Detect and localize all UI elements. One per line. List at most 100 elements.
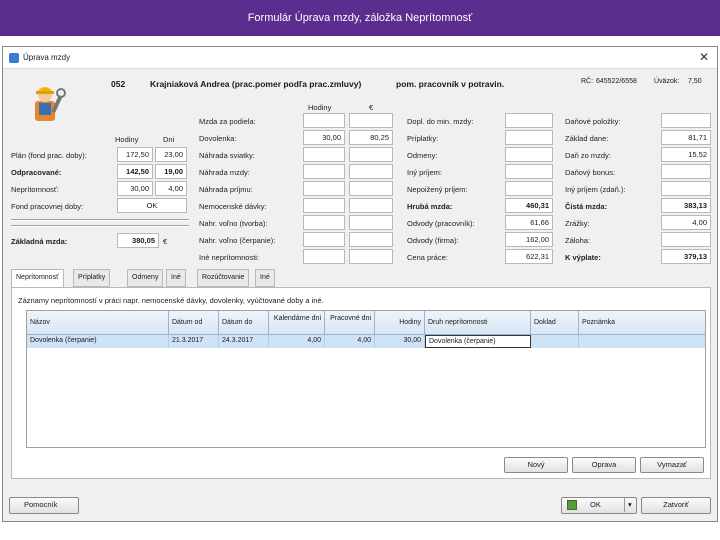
right2-row-v-field[interactable]: 81,71 [661,130,711,145]
mid-col-hodiny: Hodiny [308,103,332,112]
mid-row-e-field[interactable]: 80,25 [349,130,393,145]
absence-panel: Záznamy neprítomností v práci napr. nemo… [11,287,711,479]
delete-button[interactable]: Vymazať [640,457,704,473]
mid-row-h-field[interactable] [303,232,345,247]
mid-row-h-field[interactable] [303,198,345,213]
tab-odmeny[interactable]: Odmeny [127,269,164,287]
mid-col-euro: € [369,103,374,112]
ok-button[interactable]: OK ▾ [561,497,637,514]
right2-row-v-field[interactable] [661,113,711,128]
mid-row-label: Náhrada sviatky: [199,151,255,160]
right2-row-label: Daň zo mzdy: [565,151,611,160]
right1-row-v-field[interactable] [505,130,553,145]
fond-value: OK [117,198,187,213]
mid-row-h-field[interactable] [303,147,345,162]
close-button[interactable]: Zatvoriť [641,497,711,514]
mid-row-e-field[interactable] [349,232,393,247]
mid-row-e-field[interactable] [349,164,393,179]
odpracovane-hours[interactable]: 142,50 [117,164,153,179]
plan-days[interactable]: 23,00 [155,147,187,162]
right2-row-v-field[interactable] [661,181,711,196]
col-kalendarne-dni[interactable]: Kalendárne dni [269,311,325,335]
helper-button[interactable]: Pomocník [9,497,79,514]
col-druh[interactable]: Druh neprítomnosti [425,311,531,335]
col-datum-od[interactable]: Dátum od [169,311,219,335]
tab-ine[interactable]: Iné [166,269,186,287]
table-row[interactable]: Dovolenka (čerpanie) 21.3.2017 24.3.2017… [27,335,705,348]
right2-row-v-field[interactable]: 4,00 [661,215,711,230]
col-datum-do[interactable]: Dátum do [219,311,269,335]
mid-row-h-field[interactable] [303,215,345,230]
tab-nepritomnost[interactable]: Neprítomnosť [11,269,64,288]
mid-row-label: Náhrada príjmu: [199,185,253,194]
nepritomnost-hours[interactable]: 30,00 [117,181,153,196]
nepritomnost-days[interactable]: 4,00 [155,181,187,196]
right1-row-v-field[interactable] [505,181,553,196]
right1-row-v-field[interactable] [505,164,553,179]
col-hodiny[interactable]: Hodiny [375,311,425,335]
tab-priplatky[interactable]: Príplatky [73,269,111,287]
tab-rozuctovanie[interactable]: Rozúčtovanie [197,269,250,287]
worker-icon [35,87,66,121]
new-button[interactable]: Nový [504,457,568,473]
tab-ine-2[interactable]: Iné [255,269,275,287]
uvazok-value: 7,50 [688,78,702,85]
col-doklad[interactable]: Doklad [531,311,579,335]
right1-row-label: Odvody (firma): [407,236,459,245]
plan-hours[interactable]: 172,50 [117,147,153,162]
cell-druh: Dovolenka (čerpanie) [425,335,531,348]
right1-row-v-field[interactable]: 162,00 [505,232,553,247]
col-pracovne-dni[interactable]: Pracovné dni [325,311,375,335]
cell-doklad [531,335,579,348]
right1-row-label: Odmeny: [407,151,438,160]
separator [11,225,189,227]
right2-row-v-field[interactable] [661,164,711,179]
right1-row-v-field[interactable] [505,147,553,162]
rc-value: 645522/6558 [596,78,637,85]
right1-row-v-field[interactable]: 622,31 [505,249,553,264]
zakladna-unit: € [163,237,168,246]
mid-row-label: Nahr. voľno (tvorba): [199,219,268,228]
close-icon[interactable]: ✕ [699,50,709,64]
right2-row-label: Záloha: [565,236,591,245]
right2-row-label: Iný príjem (zdaň.): [565,185,626,194]
cell-poznamka [579,335,707,348]
right1-row-v-field[interactable]: 460,31 [505,198,553,213]
right2-row-v-field[interactable]: 383,13 [661,198,711,213]
ok-label: OK [590,500,601,509]
uvazok-label: Úväzok: [654,78,680,85]
right2-row-label: Daňový bonus: [565,168,616,177]
mid-row-label: Mzda za podiela: [199,117,256,126]
mid-row-e-field[interactable] [349,113,393,128]
right2-row-label: Zrážky: [565,219,590,228]
mid-row-e-field[interactable] [349,215,393,230]
right1-row-label: Iný príjem: [407,168,443,177]
employee-position: pom. pracovník v potravin. [396,79,505,89]
edit-button[interactable]: Oprava [572,457,636,473]
mid-row-label: Náhrada mzdy: [199,168,250,177]
mid-row-e-field[interactable] [349,249,393,264]
odpracovane-days[interactable]: 19,00 [155,164,187,179]
col-nazov[interactable]: Názov [27,311,169,335]
mid-row-e-field[interactable] [349,181,393,196]
mid-row-e-field[interactable] [349,147,393,162]
right1-row-v-field[interactable]: 61,66 [505,215,553,230]
mid-row-h-field[interactable] [303,249,345,264]
mid-row-h-field[interactable]: 30,00 [303,130,345,145]
col-poznamka[interactable]: Poznámka [579,311,707,335]
left-col-hodiny: Hodiny [115,135,139,144]
right2-row-v-field[interactable]: 15,52 [661,147,711,162]
zakladna-value[interactable]: 380,05 [117,233,159,248]
dropdown-arrow-icon[interactable]: ▾ [624,498,632,512]
fond-label: Fond pracovnej doby: [11,202,84,211]
right2-row-v-field[interactable]: 379,13 [661,249,711,264]
mid-row-h-field[interactable] [303,113,345,128]
mid-row-e-field[interactable] [349,198,393,213]
mid-row-h-field[interactable] [303,164,345,179]
mid-row-h-field[interactable] [303,181,345,196]
right2-row-v-field[interactable] [661,232,711,247]
absence-table: Názov Dátum od Dátum do Kalendárne dni P… [26,310,706,448]
mid-row-label: Nemocenské dávky: [199,202,267,211]
right1-row-v-field[interactable] [505,113,553,128]
right1-row-label: Odvody (pracovník): [407,219,475,228]
